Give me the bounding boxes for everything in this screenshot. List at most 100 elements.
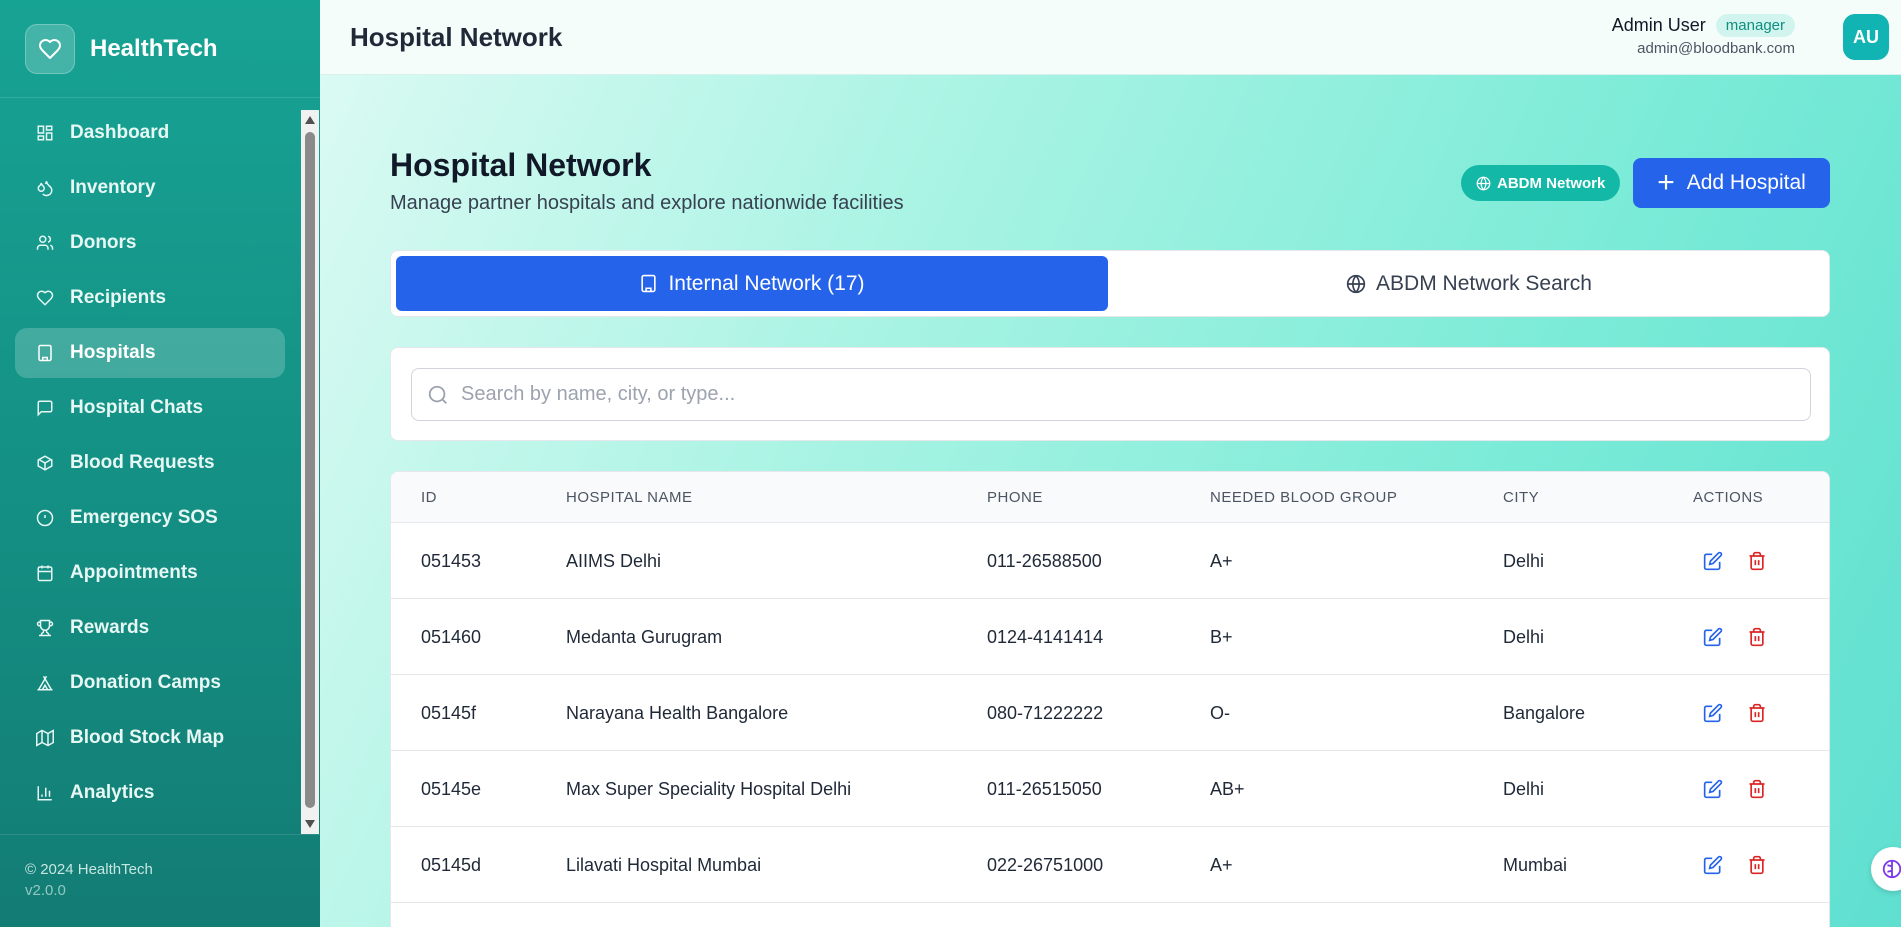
heart-icon	[35, 288, 55, 308]
edit-icon[interactable]	[1701, 701, 1725, 725]
add-hospital-button[interactable]: + Add Hospital	[1633, 158, 1830, 208]
sidebar-item-recipients[interactable]: Recipients	[15, 273, 285, 323]
map-icon	[35, 728, 55, 748]
cell-hospital-name: Lilavati Hospital Mumbai	[566, 855, 762, 875]
sidebar-item-appointments[interactable]: Appointments	[15, 548, 285, 598]
sidebar-item-rewards[interactable]: Rewards	[15, 603, 285, 653]
search-input[interactable]	[461, 383, 1761, 406]
user-name: Admin User	[1611, 15, 1706, 35]
abdm-network-badge: ABDM Network	[1461, 165, 1621, 201]
tab-abdm-network-search[interactable]: ABDM Network Search	[1113, 256, 1825, 311]
cell-phone: 0124-4141414	[987, 627, 1104, 647]
edit-icon[interactable]	[1701, 777, 1725, 801]
calendar-icon	[35, 563, 55, 583]
delete-icon[interactable]	[1745, 853, 1769, 877]
abdm-badge-label: ABDM Network	[1497, 174, 1606, 192]
cell-hospital-name: AIIMS Delhi	[566, 551, 662, 571]
hospitals-table: ID HOSPITAL NAME PHONE NEEDED BLOOD GROU…	[390, 471, 1830, 927]
hospital-icon	[35, 343, 55, 363]
cell-phone: 022-26751000	[987, 855, 1104, 875]
sidebar-item-label: Donors	[70, 232, 137, 253]
tab-internal-network[interactable]: Internal Network (17)	[396, 256, 1108, 311]
user-email: admin@bloodbank.com	[1637, 40, 1795, 57]
cell-phone: 011-26588500	[987, 551, 1102, 571]
scroll-thumb[interactable]	[305, 132, 315, 808]
scroll-down-arrow-icon[interactable]	[305, 820, 315, 828]
cell-city: Delhi	[1503, 779, 1545, 799]
tent-icon	[35, 673, 55, 693]
cell-city: Mumbai	[1503, 855, 1568, 875]
sidebar-item-donation-camps[interactable]: Donation Camps	[15, 658, 285, 708]
table-header: ID HOSPITAL NAME PHONE NEEDED BLOOD GROU…	[391, 472, 1829, 523]
sidebar-item-dashboard[interactable]: Dashboard	[15, 108, 285, 158]
sidebar-item-blood-stock-map[interactable]: Blood Stock Map	[15, 713, 285, 763]
sidebar-item-inventory[interactable]: Inventory	[15, 163, 285, 213]
role-badge: manager	[1715, 14, 1795, 37]
cell-city: Delhi	[1503, 551, 1545, 571]
cell-id: 05145e	[421, 779, 482, 799]
globe-icon	[1476, 176, 1491, 190]
avatar[interactable]: AU	[1843, 14, 1889, 60]
page-title: Hospital Network	[390, 147, 652, 183]
sidebar-item-donors[interactable]: Donors	[15, 218, 285, 268]
sidebar-item-hospital-chats[interactable]: Hospital Chats	[15, 383, 285, 433]
tab-label: ABDM Network Search	[1376, 271, 1592, 295]
column-header-phone: PHONE	[987, 489, 1043, 506]
sidebar-item-label: Blood Stock Map	[70, 727, 225, 748]
cell-id: 05145d	[421, 855, 482, 875]
table-row: 051460 Medanta Gurugram 0124-4141414 B+ …	[391, 599, 1829, 675]
cell-id: 05145f	[421, 703, 477, 723]
sidebar-item-label: Dashboard	[70, 122, 170, 143]
cell-phone: 011-26515050	[987, 779, 1102, 799]
copyright-text: © 2024 HealthTech	[25, 861, 153, 878]
package-icon	[35, 453, 55, 473]
trophy-icon	[35, 618, 55, 638]
version-text: v2.0.0	[25, 882, 66, 899]
brand: HealthTech	[0, 0, 320, 98]
sidebar: HealthTech Dashboard Inventory Donors Re…	[0, 0, 320, 927]
table-row: 051453 AIIMS Delhi 011-26588500 A+ Delhi	[391, 523, 1829, 599]
delete-icon[interactable]	[1745, 625, 1769, 649]
brain-icon	[1882, 859, 1901, 879]
table-row: 05145f Narayana Health Bangalore 080-712…	[391, 675, 1829, 751]
search-box[interactable]	[411, 368, 1811, 421]
sidebar-item-label: Rewards	[70, 617, 150, 638]
brand-name: HealthTech	[90, 34, 218, 62]
edit-icon[interactable]	[1701, 853, 1725, 877]
chat-icon	[35, 398, 55, 418]
cell-city: Bangalore	[1503, 703, 1586, 723]
network-tabs: Internal Network (17) ABDM Network Searc…	[390, 250, 1830, 317]
sidebar-item-label: Emergency SOS	[70, 507, 218, 528]
delete-icon[interactable]	[1745, 701, 1769, 725]
page-subtitle: Manage partner hospitals and explore nat…	[390, 192, 904, 214]
column-header-city: CITY	[1503, 489, 1540, 506]
user-info[interactable]: Admin User manager admin@bloodbank.com	[1612, 14, 1795, 57]
hospital-icon	[641, 274, 657, 293]
table-row: 05145d Lilavati Hospital Mumbai 022-2675…	[391, 827, 1829, 903]
cell-hospital-name: Narayana Health Bangalore	[566, 703, 789, 723]
users-icon	[35, 233, 55, 253]
tab-label: Internal Network (17)	[668, 271, 865, 295]
scroll-up-arrow-icon[interactable]	[305, 116, 315, 124]
edit-icon[interactable]	[1701, 625, 1725, 649]
alert-icon	[35, 508, 55, 528]
sidebar-nav: Dashboard Inventory Donors Recipients Ho…	[0, 108, 300, 834]
sidebar-item-label: Inventory	[70, 177, 156, 198]
column-header-needed-blood-group: NEEDED BLOOD GROUP	[1210, 489, 1398, 506]
dashboard-icon	[35, 123, 55, 143]
sidebar-item-analytics[interactable]: Analytics	[15, 768, 285, 818]
sidebar-item-label: Blood Requests	[70, 452, 215, 473]
sidebar-item-blood-requests[interactable]: Blood Requests	[15, 438, 285, 488]
edit-icon[interactable]	[1701, 549, 1725, 573]
top-header: Hospital Network Admin User manager admi…	[320, 0, 1901, 75]
sidebar-scrollbar[interactable]	[301, 110, 319, 834]
sidebar-item-hospitals[interactable]: Hospitals	[15, 328, 285, 378]
sidebar-item-emergency-sos[interactable]: Emergency SOS	[15, 493, 285, 543]
sidebar-item-label: Hospital Chats	[70, 397, 204, 418]
globe-icon	[1346, 274, 1366, 293]
delete-icon[interactable]	[1745, 777, 1769, 801]
column-header-id: ID	[421, 489, 437, 506]
delete-icon[interactable]	[1745, 549, 1769, 573]
table-row: 05145e Max Super Speciality Hospital Del…	[391, 751, 1829, 827]
add-hospital-label: Add Hospital	[1686, 171, 1806, 194]
